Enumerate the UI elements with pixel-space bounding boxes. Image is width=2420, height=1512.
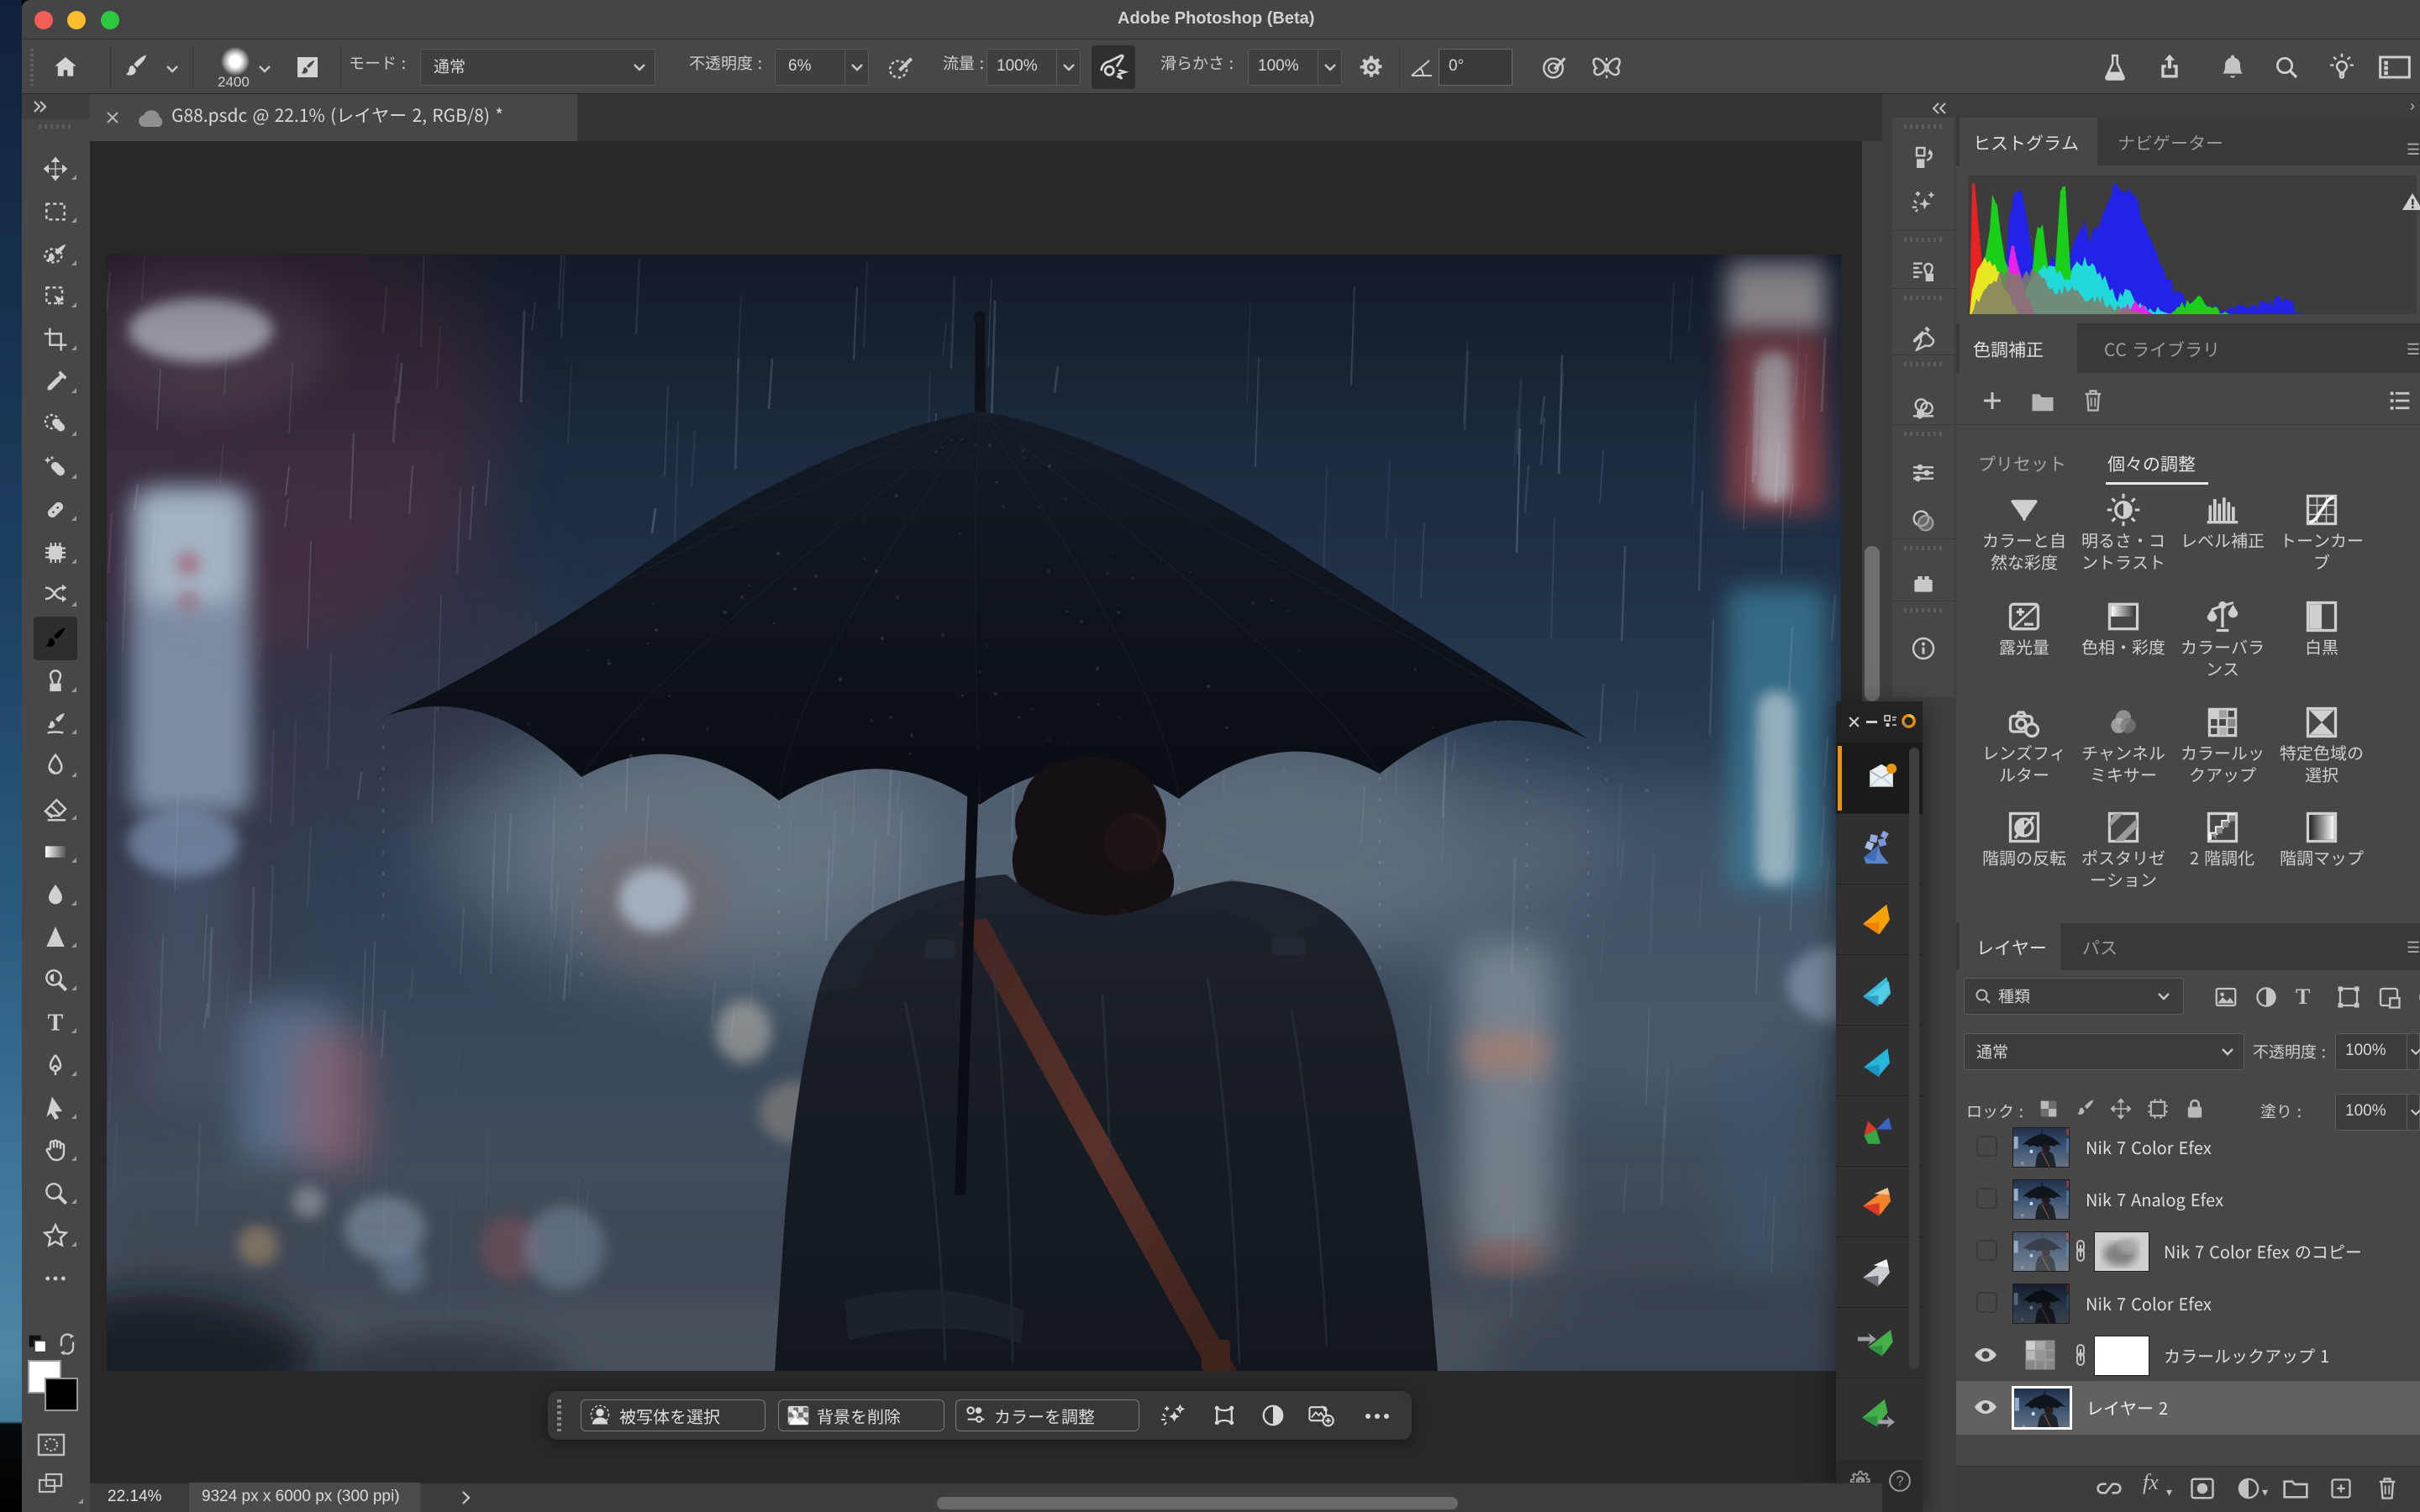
- svg-text:T: T: [48, 1010, 64, 1036]
- svg-text:?: ?: [1896, 1474, 1903, 1489]
